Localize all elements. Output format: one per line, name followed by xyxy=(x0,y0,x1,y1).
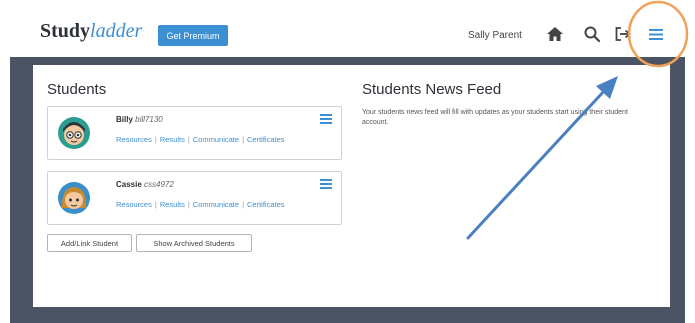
certificates-link[interactable]: Certificates xyxy=(247,135,285,144)
student-first-name: Cassie xyxy=(116,180,142,189)
card-menu-icon[interactable] xyxy=(320,179,332,189)
resources-link[interactable]: Resources xyxy=(116,135,152,144)
top-header: Studyladder Get Premium Sally Parent xyxy=(0,0,695,57)
logo-text-ladder: ladder xyxy=(90,20,143,42)
news-feed-heading: Students News Feed xyxy=(362,81,502,98)
logout-icon[interactable] xyxy=(613,24,633,44)
student-username: bill7130 xyxy=(135,115,163,124)
student-card-cassie: Cassie css4972 Resources | Results | Communi… xyxy=(47,171,342,225)
home-icon[interactable] xyxy=(545,24,565,44)
search-icon[interactable] xyxy=(582,24,602,44)
avatar xyxy=(58,117,90,149)
get-premium-button[interactable]: Get Premium xyxy=(158,25,228,46)
student-links: Resources | Results | Communicate | Certificat… xyxy=(116,200,285,209)
menu-icon[interactable] xyxy=(646,24,666,44)
student-card-billy: Billy bill7130 Resources | Results | Communi… xyxy=(47,106,342,160)
students-heading: Students xyxy=(47,81,107,98)
studyladder-logo[interactable]: Studyladder xyxy=(40,20,142,43)
avatar xyxy=(58,182,90,214)
results-link[interactable]: Results xyxy=(160,200,185,209)
student-links: Resources | Results | Communicate | Certificat… xyxy=(116,135,285,144)
results-link[interactable]: Results xyxy=(160,135,185,144)
student-username: css4972 xyxy=(144,180,174,189)
user-name[interactable]: Sally Parent xyxy=(468,30,522,41)
communicate-link[interactable]: Communicate xyxy=(193,135,239,144)
student-name: Billy bill7130 xyxy=(116,115,163,124)
show-archived-students-button[interactable]: Show Archived Students xyxy=(136,234,252,252)
communicate-link[interactable]: Communicate xyxy=(193,200,239,209)
logo-text-study: Study xyxy=(40,20,91,42)
resources-link[interactable]: Resources xyxy=(116,200,152,209)
card-menu-icon[interactable] xyxy=(320,114,332,124)
add-link-student-button[interactable]: Add/Link Student xyxy=(47,234,132,252)
student-name: Cassie css4972 xyxy=(116,180,174,189)
student-first-name: Billy xyxy=(116,115,133,124)
certificates-link[interactable]: Certificates xyxy=(247,200,285,209)
news-feed-text: Your students news feed will fill with u… xyxy=(362,109,628,126)
